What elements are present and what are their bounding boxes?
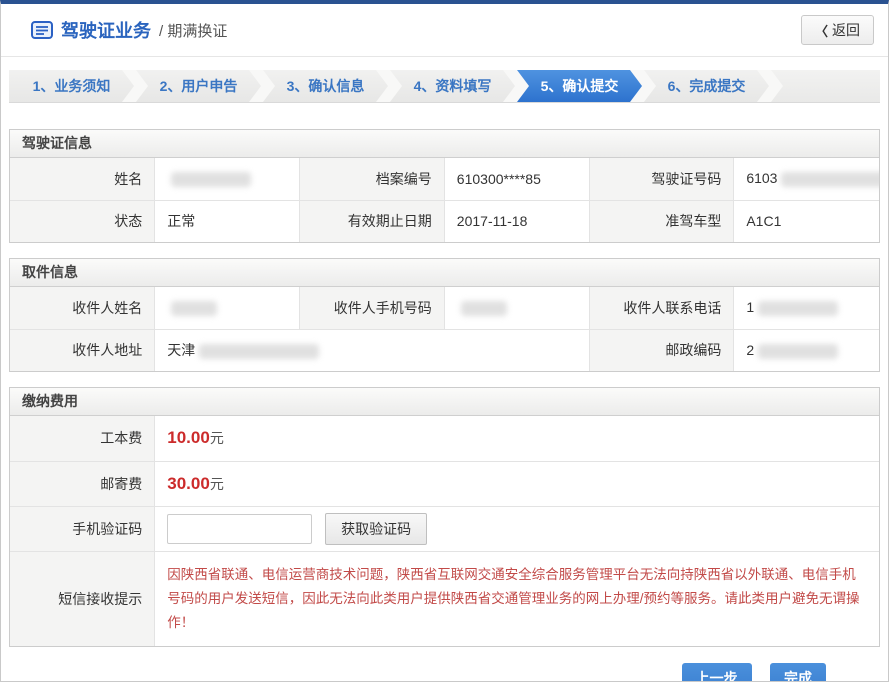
section-license-title: 驾驶证信息 xyxy=(10,130,879,158)
pickup-info-table: 收件人姓名 收件人手机号码 收件人联系电话 1 收件人地址 天津 邮政编码 2 xyxy=(10,287,879,371)
license-no-value: 6103 xyxy=(734,158,879,200)
license-no-label: 驾驶证号码 xyxy=(589,158,734,200)
redacted-recipient-mobile xyxy=(461,301,507,316)
form-list-icon xyxy=(31,21,53,39)
production-fee-value: 10.00元 xyxy=(155,416,879,461)
status-label: 状态 xyxy=(10,200,155,242)
file-no-label: 档案编号 xyxy=(300,158,445,200)
table-row: 姓名 档案编号 610300****85 驾驶证号码 6103 xyxy=(10,158,879,200)
postage-fee-value: 30.00元 xyxy=(155,461,879,506)
table-row: 收件人地址 天津 邮政编码 2 xyxy=(10,329,879,371)
redacted-recipient-phone xyxy=(758,301,838,316)
redacted-name xyxy=(171,172,251,187)
postage-fee-unit: 元 xyxy=(210,476,224,492)
postal-code-label: 邮政编码 xyxy=(589,329,734,371)
name-label: 姓名 xyxy=(10,158,155,200)
sms-code-cell: 获取验证码 xyxy=(155,506,879,551)
recipient-phone-label: 收件人联系电话 xyxy=(589,287,734,329)
section-fees: 缴纳费用 工本费 10.00元 邮寄费 30.00元 手机验证码 获取验证码 短… xyxy=(9,387,880,647)
sms-code-input[interactable] xyxy=(167,514,312,544)
step-6-finish-submit[interactable]: 6、完成提交 xyxy=(644,70,769,102)
recipient-name-label: 收件人姓名 xyxy=(10,287,155,329)
redacted-license-no xyxy=(781,172,879,187)
page-title: 驾驶证业务 xyxy=(61,17,151,43)
fees-table: 工本费 10.00元 邮寄费 30.00元 手机验证码 获取验证码 短信接收提示… xyxy=(10,416,879,646)
redacted-postal-code xyxy=(758,344,838,359)
recipient-mobile-label: 收件人手机号码 xyxy=(300,287,445,329)
postal-code-value: 2 xyxy=(734,329,879,371)
step-4-fill-data[interactable]: 4、资料填写 xyxy=(390,70,515,102)
valid-until-value: 2017-11-18 xyxy=(444,200,589,242)
production-fee-label: 工本费 xyxy=(10,416,155,461)
back-button[interactable]: 〈 返回 xyxy=(801,15,874,45)
postage-fee-label: 邮寄费 xyxy=(10,461,155,506)
status-value: 正常 xyxy=(155,200,300,242)
table-row: 状态 正常 有效期止日期 2017-11-18 准驾车型 A1C1 xyxy=(10,200,879,242)
table-row: 工本费 10.00元 xyxy=(10,416,879,461)
name-value xyxy=(155,158,300,200)
page-header: 驾驶证业务 / 期满换证 〈 返回 xyxy=(1,4,888,57)
license-info-table: 姓名 档案编号 610300****85 驾驶证号码 6103 状态 正常 有效… xyxy=(10,158,879,242)
valid-until-label: 有效期止日期 xyxy=(300,200,445,242)
redacted-recipient-address xyxy=(199,344,319,359)
vehicle-class-label: 准驾车型 xyxy=(589,200,734,242)
section-pickup-title: 取件信息 xyxy=(10,259,879,287)
section-license-info: 驾驶证信息 姓名 档案编号 610300****85 驾驶证号码 6103 状态… xyxy=(9,129,880,243)
table-row: 短信接收提示 因陕西省联通、电信运营商技术问题，陕西省互联网交通安全综合服务管理… xyxy=(10,551,879,646)
footer-actions: 上一步 完成 xyxy=(1,663,888,682)
table-row: 邮寄费 30.00元 xyxy=(10,461,879,506)
sms-notice-text: 因陕西省联通、电信运营商技术问题，陕西省互联网交通安全综合服务管理平台无法向持陕… xyxy=(167,563,867,635)
recipient-mobile-value xyxy=(444,287,589,329)
finish-button[interactable]: 完成 xyxy=(770,663,826,682)
table-row: 手机验证码 获取验证码 xyxy=(10,506,879,551)
section-pickup-info: 取件信息 收件人姓名 收件人手机号码 收件人联系电话 1 收件人地址 天津 邮政… xyxy=(9,258,880,372)
sms-notice-label: 短信接收提示 xyxy=(10,551,155,646)
file-no-value: 610300****85 xyxy=(444,158,589,200)
recipient-address-label: 收件人地址 xyxy=(10,329,155,371)
step-wizard: 1、业务须知 2、用户申告 3、确认信息 4、资料填写 5、确认提交 6、完成提… xyxy=(9,70,880,103)
recipient-phone-value: 1 xyxy=(734,287,879,329)
sms-code-label: 手机验证码 xyxy=(10,506,155,551)
recipient-name-value xyxy=(155,287,300,329)
production-fee-amount: 10.00 xyxy=(167,428,210,447)
table-row: 收件人姓名 收件人手机号码 收件人联系电话 1 xyxy=(10,287,879,329)
get-sms-code-button[interactable]: 获取验证码 xyxy=(325,513,427,545)
redacted-recipient-name xyxy=(171,301,217,316)
back-button-label: 返回 xyxy=(832,20,860,40)
postage-fee-amount: 30.00 xyxy=(167,474,210,493)
back-chevron-icon: 〈 xyxy=(815,21,828,40)
step-3-confirm-info[interactable]: 3、确认信息 xyxy=(263,70,388,102)
production-fee-unit: 元 xyxy=(210,430,224,446)
vehicle-class-value: A1C1 xyxy=(734,200,879,242)
recipient-address-value: 天津 xyxy=(155,329,589,371)
step-1-business-notice[interactable]: 1、业务须知 xyxy=(9,70,134,102)
sms-notice-cell: 因陕西省联通、电信运营商技术问题，陕西省互联网交通安全综合服务管理平台无法向持陕… xyxy=(155,551,879,646)
step-bar-filler xyxy=(771,70,880,102)
license-renewal-page: 驾驶证业务 / 期满换证 〈 返回 1、业务须知 2、用户申告 3、确认信息 4… xyxy=(0,0,889,682)
section-fees-title: 缴纳费用 xyxy=(10,388,879,416)
step-2-user-declaration[interactable]: 2、用户申告 xyxy=(136,70,261,102)
previous-step-button[interactable]: 上一步 xyxy=(682,663,752,682)
step-5-confirm-submit-active[interactable]: 5、确认提交 xyxy=(517,70,642,102)
page-subtitle: / 期满换证 xyxy=(159,20,227,41)
